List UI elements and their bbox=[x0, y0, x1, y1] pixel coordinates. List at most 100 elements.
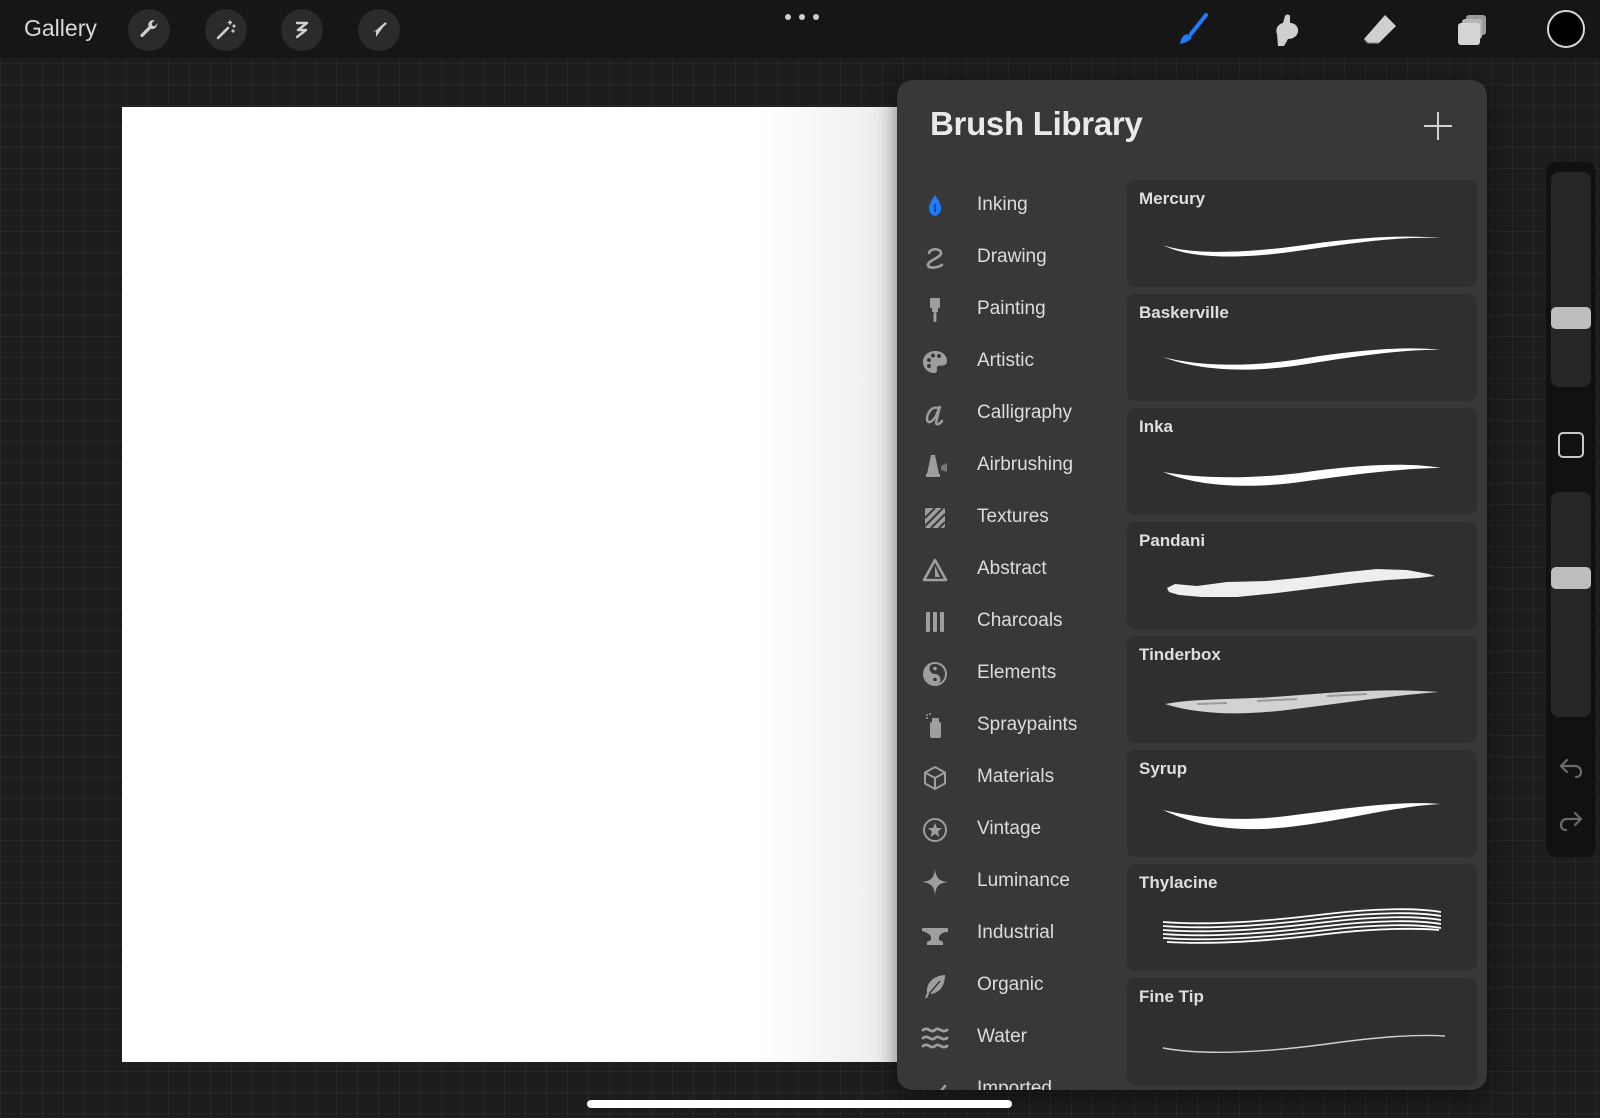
set-label: Organic bbox=[977, 974, 1044, 995]
set-label: Artistic bbox=[977, 350, 1034, 371]
cube-icon bbox=[921, 764, 949, 792]
layers-icon[interactable] bbox=[1453, 10, 1493, 50]
set-item-industrial[interactable]: Industrial bbox=[897, 908, 1122, 960]
brush-stroke-preview bbox=[1163, 464, 1441, 486]
magic-wand-icon[interactable] bbox=[205, 9, 247, 51]
brush-name: Baskerville bbox=[1139, 303, 1229, 322]
set-label: Imported bbox=[977, 1078, 1052, 1090]
set-item-drawing[interactable]: Drawing bbox=[897, 232, 1122, 284]
calligraphy-a-icon bbox=[921, 400, 949, 428]
waves-icon bbox=[921, 1024, 949, 1052]
set-item-abstract[interactable]: Abstract bbox=[897, 544, 1122, 596]
paint-brush-icon bbox=[921, 296, 949, 324]
brush-name: Pandani bbox=[1139, 531, 1206, 550]
brush-library-panel: Brush Library Inking Drawing Painting Ar… bbox=[897, 80, 1487, 1090]
set-label: Elements bbox=[977, 662, 1057, 683]
set-item-imported[interactable]: Imported bbox=[897, 1064, 1122, 1090]
set-label: Calligraphy bbox=[977, 402, 1073, 423]
color-picker-button[interactable] bbox=[1547, 10, 1585, 48]
anvil-icon bbox=[921, 920, 949, 948]
spray-can-icon bbox=[921, 712, 949, 740]
brush-name: Fine Tip bbox=[1139, 987, 1204, 1006]
set-label: Abstract bbox=[977, 558, 1047, 579]
opacity-slider[interactable] bbox=[1551, 492, 1591, 717]
brush-stroke-preview bbox=[1162, 1034, 1446, 1054]
squiggle-icon bbox=[921, 244, 949, 272]
brush-card-thylacine[interactable]: Thylacine bbox=[1127, 864, 1477, 971]
set-item-airbrushing[interactable]: Airbrushing bbox=[897, 440, 1122, 492]
top-toolbar: Gallery bbox=[0, 0, 1600, 58]
set-item-vintage[interactable]: Vintage bbox=[897, 804, 1122, 856]
side-toolbar bbox=[1546, 162, 1596, 857]
set-item-inking[interactable]: Inking bbox=[897, 180, 1122, 232]
brush-card-mercury[interactable]: Mercury bbox=[1127, 180, 1477, 287]
charcoal-sticks-icon bbox=[921, 608, 949, 636]
brush-name: Thylacine bbox=[1139, 873, 1218, 892]
eraser-icon[interactable] bbox=[1360, 10, 1400, 50]
opacity-thumb[interactable] bbox=[1551, 567, 1591, 590]
set-item-painting[interactable]: Painting bbox=[897, 284, 1122, 336]
s-curve-icon[interactable] bbox=[281, 9, 323, 51]
set-label: Industrial bbox=[977, 922, 1055, 943]
panel-title: Brush Library bbox=[930, 105, 1143, 142]
brush-card-baskerville[interactable]: Baskerville bbox=[1127, 294, 1477, 401]
brush-card-inka[interactable]: Inka bbox=[1127, 408, 1477, 515]
undo-icon[interactable] bbox=[1558, 754, 1584, 780]
drawing-canvas[interactable] bbox=[122, 107, 897, 1062]
brush-list: Mercury Baskerville Inka Pandani Tinderb… bbox=[1127, 180, 1483, 1090]
gallery-button[interactable]: Gallery bbox=[24, 15, 97, 42]
set-label: Inking bbox=[977, 194, 1028, 215]
brush-stroke-preview bbox=[1167, 569, 1435, 597]
pen-nib-icon bbox=[921, 192, 949, 220]
home-indicator bbox=[587, 1100, 1012, 1108]
leaf-icon bbox=[921, 972, 949, 1000]
set-item-luminance[interactable]: Luminance bbox=[897, 856, 1122, 908]
sparkle-icon bbox=[921, 868, 949, 896]
set-item-calligraphy[interactable]: Calligraphy bbox=[897, 388, 1122, 440]
set-item-elements[interactable]: Elements bbox=[897, 648, 1122, 700]
brush-card-tinderbox[interactable]: Tinderbox bbox=[1127, 636, 1477, 743]
more-options-icon[interactable] bbox=[785, 14, 819, 20]
set-item-textures[interactable]: Textures bbox=[897, 492, 1122, 544]
set-label: Charcoals bbox=[977, 610, 1063, 631]
triangle-icon bbox=[921, 556, 949, 584]
set-label: Painting bbox=[977, 298, 1046, 319]
brush-name: Mercury bbox=[1139, 189, 1206, 208]
brush-size-slider[interactable] bbox=[1551, 172, 1591, 387]
brush-set-list: Inking Drawing Painting Artistic Calligr… bbox=[897, 180, 1122, 1090]
set-label: Airbrushing bbox=[977, 454, 1074, 475]
brush-stroke-preview bbox=[1163, 803, 1441, 830]
set-label: Spraypaints bbox=[977, 714, 1078, 735]
set-label: Textures bbox=[977, 506, 1049, 527]
set-label: Vintage bbox=[977, 818, 1042, 839]
brush-card-pandani[interactable]: Pandani bbox=[1127, 522, 1477, 629]
brush-card-fine-tip[interactable]: Fine Tip bbox=[1127, 978, 1477, 1085]
set-item-organic[interactable]: Organic bbox=[897, 960, 1122, 1012]
arrow-icon[interactable] bbox=[358, 9, 400, 51]
brush-name: Syrup bbox=[1139, 759, 1188, 778]
brush-stroke-preview bbox=[1165, 690, 1439, 714]
add-brush-icon[interactable] bbox=[1422, 110, 1454, 142]
set-label: Luminance bbox=[977, 870, 1070, 891]
set-label: Materials bbox=[977, 766, 1055, 787]
brush-stroke-preview bbox=[1163, 348, 1441, 370]
brush-card-syrup[interactable]: Syrup bbox=[1127, 750, 1477, 857]
imported-icon bbox=[921, 1076, 949, 1090]
wrench-icon[interactable] bbox=[128, 9, 170, 51]
brush-name: Inka bbox=[1139, 417, 1174, 436]
set-item-spraypaints[interactable]: Spraypaints bbox=[897, 700, 1122, 752]
set-item-charcoals[interactable]: Charcoals bbox=[897, 596, 1122, 648]
brush-icon[interactable] bbox=[1173, 10, 1213, 50]
redo-icon[interactable] bbox=[1558, 807, 1584, 833]
brush-size-thumb[interactable] bbox=[1551, 307, 1591, 330]
smudge-icon[interactable] bbox=[1266, 10, 1306, 50]
modify-button[interactable] bbox=[1558, 432, 1584, 458]
texture-hatch-icon bbox=[921, 504, 949, 532]
set-label: Drawing bbox=[977, 246, 1047, 267]
brush-stroke-preview bbox=[1163, 236, 1441, 257]
set-item-artistic[interactable]: Artistic bbox=[897, 336, 1122, 388]
airbrush-icon bbox=[921, 452, 949, 480]
set-item-materials[interactable]: Materials bbox=[897, 752, 1122, 804]
brush-name: Tinderbox bbox=[1139, 645, 1221, 664]
set-item-water[interactable]: Water bbox=[897, 1012, 1122, 1064]
